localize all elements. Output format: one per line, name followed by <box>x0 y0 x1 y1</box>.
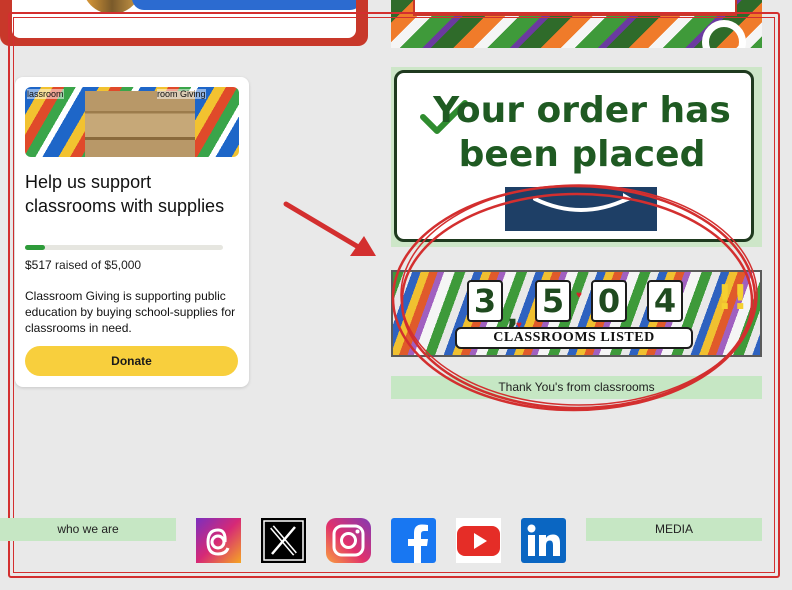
donation-progress-fill <box>25 245 46 250</box>
instagram-icon[interactable] <box>326 518 371 563</box>
raised-amount: $517 <box>25 258 52 272</box>
image-label-right: room Giving <box>157 89 206 99</box>
annotation-ovals <box>391 184 758 412</box>
youtube-icon[interactable] <box>456 518 501 563</box>
donate-button[interactable]: Donate <box>25 346 238 376</box>
media-link[interactable]: MEDIA <box>586 518 762 541</box>
donation-card-title: Help us support classrooms with supplies <box>25 172 225 216</box>
donation-progress-bar <box>25 245 223 250</box>
x-icon[interactable] <box>261 518 306 563</box>
linkedin-icon[interactable] <box>521 518 566 563</box>
threads-icon[interactable] <box>196 518 241 563</box>
previous-card-button[interactable] <box>132 0 356 10</box>
donation-card: lassroom room Giving Help us support cla… <box>15 77 249 387</box>
facebook-icon[interactable] <box>391 518 436 563</box>
donation-card-description: Classroom Giving is supporting public ed… <box>25 289 236 335</box>
donation-card-image: lassroom room Giving <box>25 87 239 157</box>
raised-text: $517 raised of $5,000 <box>25 258 141 272</box>
boxes-photo <box>85 91 195 157</box>
annotation-arrow <box>283 201 376 256</box>
image-label-left: lassroom <box>27 89 64 99</box>
who-we-are-link[interactable]: who we are <box>0 518 176 541</box>
order-placed-message: Your order has been placed <box>433 90 731 175</box>
raised-goal: raised of $5,000 <box>51 258 142 272</box>
